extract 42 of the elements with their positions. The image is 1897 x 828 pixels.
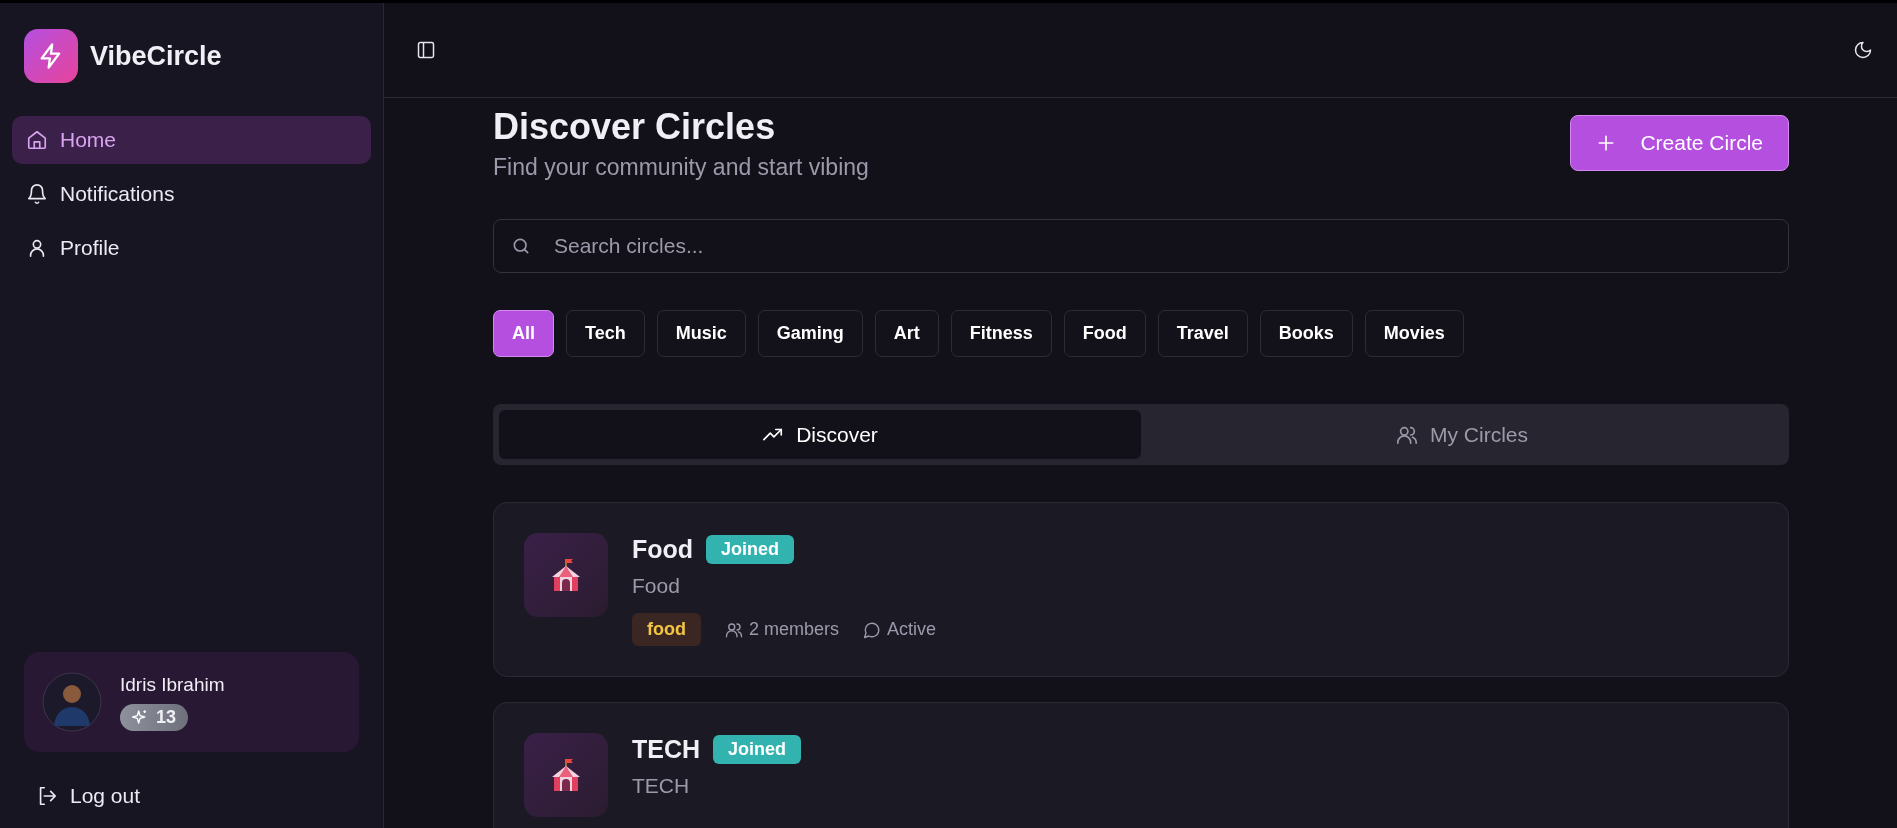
nav-item[interactable]: Home (12, 116, 371, 164)
category-chip[interactable]: Travel (1157, 310, 1248, 357)
circle-name: Food (632, 535, 694, 564)
circle-description: TECH (632, 774, 691, 798)
tab[interactable]: Discover (499, 410, 1141, 459)
app-name: VibeCircle (90, 40, 222, 72)
activity-status: Active (887, 619, 937, 640)
category-chip[interactable]: Tech (566, 310, 645, 357)
nav-item[interactable]: Notifications (12, 170, 371, 218)
joined-badge: Joined (713, 735, 802, 764)
page-subtitle: Find your community and start vibing (493, 154, 869, 181)
joined-badge: Joined (706, 535, 795, 564)
circle-name: TECH (632, 735, 701, 764)
category-chip[interactable]: Books (1259, 310, 1353, 357)
nav-item[interactable]: Profile (12, 224, 371, 272)
logout-link[interactable]: Log out (36, 784, 141, 808)
category-tag: food (632, 613, 701, 646)
tab[interactable]: My Circles (1141, 410, 1783, 459)
category-chip[interactable]: Art (874, 310, 939, 357)
members-icon (725, 620, 743, 639)
logo-icon (24, 29, 78, 83)
search-field[interactable]: Search circles... (493, 219, 1789, 273)
category-chip[interactable]: All (493, 310, 554, 357)
category-chip[interactable]: Fitness (950, 310, 1052, 357)
search-icon (511, 236, 531, 256)
category-chip[interactable]: Music (656, 310, 746, 357)
category-chip[interactable]: Food (1063, 310, 1146, 357)
points-badge: 13 (120, 703, 189, 731)
avatar (42, 672, 102, 732)
chat-bubble-icon (863, 620, 881, 639)
member-count: 2 members (749, 619, 839, 640)
home-icon (26, 129, 48, 151)
circle-card[interactable]: Food Joined Food food 2 members Active (493, 502, 1789, 677)
create-circle-button[interactable]: Create Circle (1570, 115, 1789, 171)
category-chip[interactable]: Gaming (757, 310, 863, 357)
circle-card[interactable]: TECH Joined TECH (493, 702, 1789, 828)
sparkle-icon (132, 709, 148, 725)
circle-description: Food (632, 574, 681, 598)
category-chip[interactable]: Movies (1364, 310, 1464, 357)
bell-icon (26, 183, 48, 205)
user-name: Idris Ibrahim (120, 673, 225, 696)
page-title: Discover Circles (493, 106, 777, 148)
